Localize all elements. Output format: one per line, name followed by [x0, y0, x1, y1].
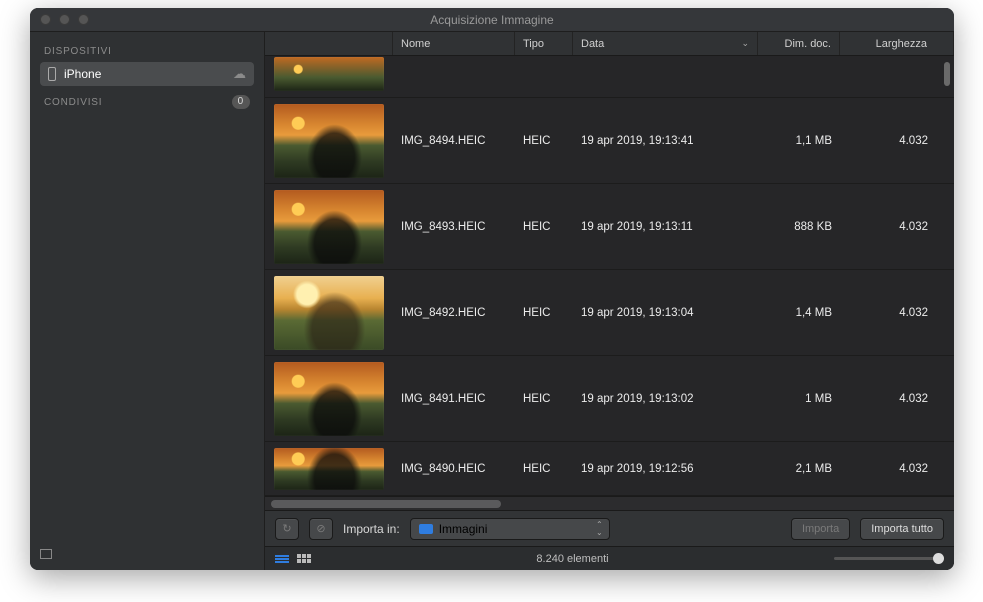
- minimize-icon[interactable]: [59, 14, 70, 25]
- cell-size: 1,4 MB: [758, 307, 840, 319]
- delete-button[interactable]: ⊘: [309, 518, 333, 540]
- cloud-icon: ☁: [233, 66, 246, 82]
- thumbnail: [274, 104, 384, 178]
- destination-label: Immagini: [439, 522, 488, 536]
- slider-knob[interactable]: [933, 553, 944, 564]
- close-icon[interactable]: [40, 14, 51, 25]
- app-window: Acquisizione Immagine DISPOSITIVI iPhone…: [30, 8, 954, 570]
- thumbnail-size-slider[interactable]: [834, 557, 944, 560]
- table-row[interactable]: IMG_8493.HEIC HEIC 19 apr 2019, 19:13:11…: [265, 184, 954, 270]
- main-pane: Nome Tipo Data ⌄ Dim. doc. Larghezza IMG…: [265, 32, 954, 570]
- cell-width: 4.032: [840, 307, 954, 319]
- view-list-button[interactable]: [275, 554, 289, 564]
- table-row[interactable]: IMG_8494.HEIC HEIC 19 apr 2019, 19:13:41…: [265, 98, 954, 184]
- thumbnail: [274, 57, 384, 91]
- zoom-icon[interactable]: [78, 14, 89, 25]
- import-all-button[interactable]: Importa tutto: [860, 518, 944, 540]
- cell-width: 4.032: [840, 393, 954, 405]
- table-row[interactable]: [265, 56, 954, 98]
- list-icon: [275, 554, 289, 564]
- cell-size: 1,1 MB: [758, 135, 840, 147]
- cell-width: 4.032: [840, 463, 954, 475]
- column-size[interactable]: Dim. doc.: [758, 32, 840, 55]
- sidebar-toggle[interactable]: [40, 548, 52, 562]
- column-headers: Nome Tipo Data ⌄ Dim. doc. Larghezza: [265, 32, 954, 56]
- thumbnail: [274, 190, 384, 264]
- cell-name: IMG_8492.HEIC: [393, 307, 515, 319]
- cell-type: HEIC: [515, 463, 573, 475]
- import-to-label: Importa in:: [343, 522, 400, 536]
- import-button[interactable]: Importa: [791, 518, 850, 540]
- thumbnail: [274, 276, 384, 350]
- cell-size: 1 MB: [758, 393, 840, 405]
- folder-icon: [419, 524, 433, 534]
- sidebar-item-iphone[interactable]: iPhone ☁: [40, 62, 254, 86]
- cell-width: 4.032: [840, 221, 954, 233]
- window-title: Acquisizione Immagine: [430, 13, 553, 27]
- cell-name: IMG_8494.HEIC: [393, 135, 515, 147]
- view-grid-button[interactable]: [297, 554, 311, 563]
- cell-name: IMG_8491.HEIC: [393, 393, 515, 405]
- cell-size: 888 KB: [758, 221, 840, 233]
- box-icon: [40, 549, 52, 559]
- cell-date: 19 apr 2019, 19:13:41: [573, 135, 758, 147]
- sidebar: DISPOSITIVI iPhone ☁ CONDIVISI 0: [30, 32, 265, 570]
- cell-type: HEIC: [515, 307, 573, 319]
- horizontal-scrollbar[interactable]: [265, 496, 954, 510]
- scrollbar-thumb[interactable]: [271, 500, 501, 508]
- titlebar: Acquisizione Immagine: [30, 8, 954, 32]
- cell-type: HEIC: [515, 135, 573, 147]
- grid-icon: [297, 554, 311, 563]
- vertical-scrollbar[interactable]: [944, 62, 950, 86]
- cell-date: 19 apr 2019, 19:13:11: [573, 221, 758, 233]
- rotate-button[interactable]: ↻: [275, 518, 299, 540]
- chevron-updown-icon: ⌃⌄: [596, 521, 603, 537]
- cell-name: IMG_8493.HEIC: [393, 221, 515, 233]
- thumbnail: [274, 448, 384, 490]
- cell-date: 19 apr 2019, 19:12:56: [573, 463, 758, 475]
- import-toolbar: ↻ ⊘ Importa in: Immagini ⌃⌄ Importa Impo…: [265, 510, 954, 546]
- column-date[interactable]: Data ⌄: [573, 32, 758, 55]
- file-list: IMG_8494.HEIC HEIC 19 apr 2019, 19:13:41…: [265, 56, 954, 496]
- sidebar-section-shared: CONDIVISI 0: [30, 89, 264, 114]
- column-thumbnail[interactable]: [265, 32, 393, 55]
- table-row[interactable]: IMG_8492.HEIC HEIC 19 apr 2019, 19:13:04…: [265, 270, 954, 356]
- column-width[interactable]: Larghezza: [840, 32, 954, 55]
- column-name[interactable]: Nome: [393, 32, 515, 55]
- destination-select[interactable]: Immagini ⌃⌄: [410, 518, 610, 540]
- shared-count-badge: 0: [232, 95, 250, 109]
- column-type[interactable]: Tipo: [515, 32, 573, 55]
- cell-type: HEIC: [515, 393, 573, 405]
- table-row[interactable]: IMG_8490.HEIC HEIC 19 apr 2019, 19:12:56…: [265, 442, 954, 496]
- traffic-lights: [40, 14, 89, 25]
- item-count: 8.240 elementi: [536, 553, 608, 565]
- cell-name: IMG_8490.HEIC: [393, 463, 515, 475]
- thumbnail: [274, 362, 384, 436]
- phone-icon: [48, 67, 56, 81]
- table-row[interactable]: IMG_8491.HEIC HEIC 19 apr 2019, 19:13:02…: [265, 356, 954, 442]
- sidebar-item-label: iPhone: [64, 67, 101, 81]
- cell-date: 19 apr 2019, 19:13:02: [573, 393, 758, 405]
- cell-type: HEIC: [515, 221, 573, 233]
- status-bar: 8.240 elementi: [265, 546, 954, 570]
- cell-size: 2,1 MB: [758, 463, 840, 475]
- sidebar-section-devices: DISPOSITIVI: [30, 40, 264, 62]
- cell-date: 19 apr 2019, 19:13:04: [573, 307, 758, 319]
- sort-indicator-icon: ⌄: [741, 38, 749, 49]
- cell-width: 4.032: [840, 135, 954, 147]
